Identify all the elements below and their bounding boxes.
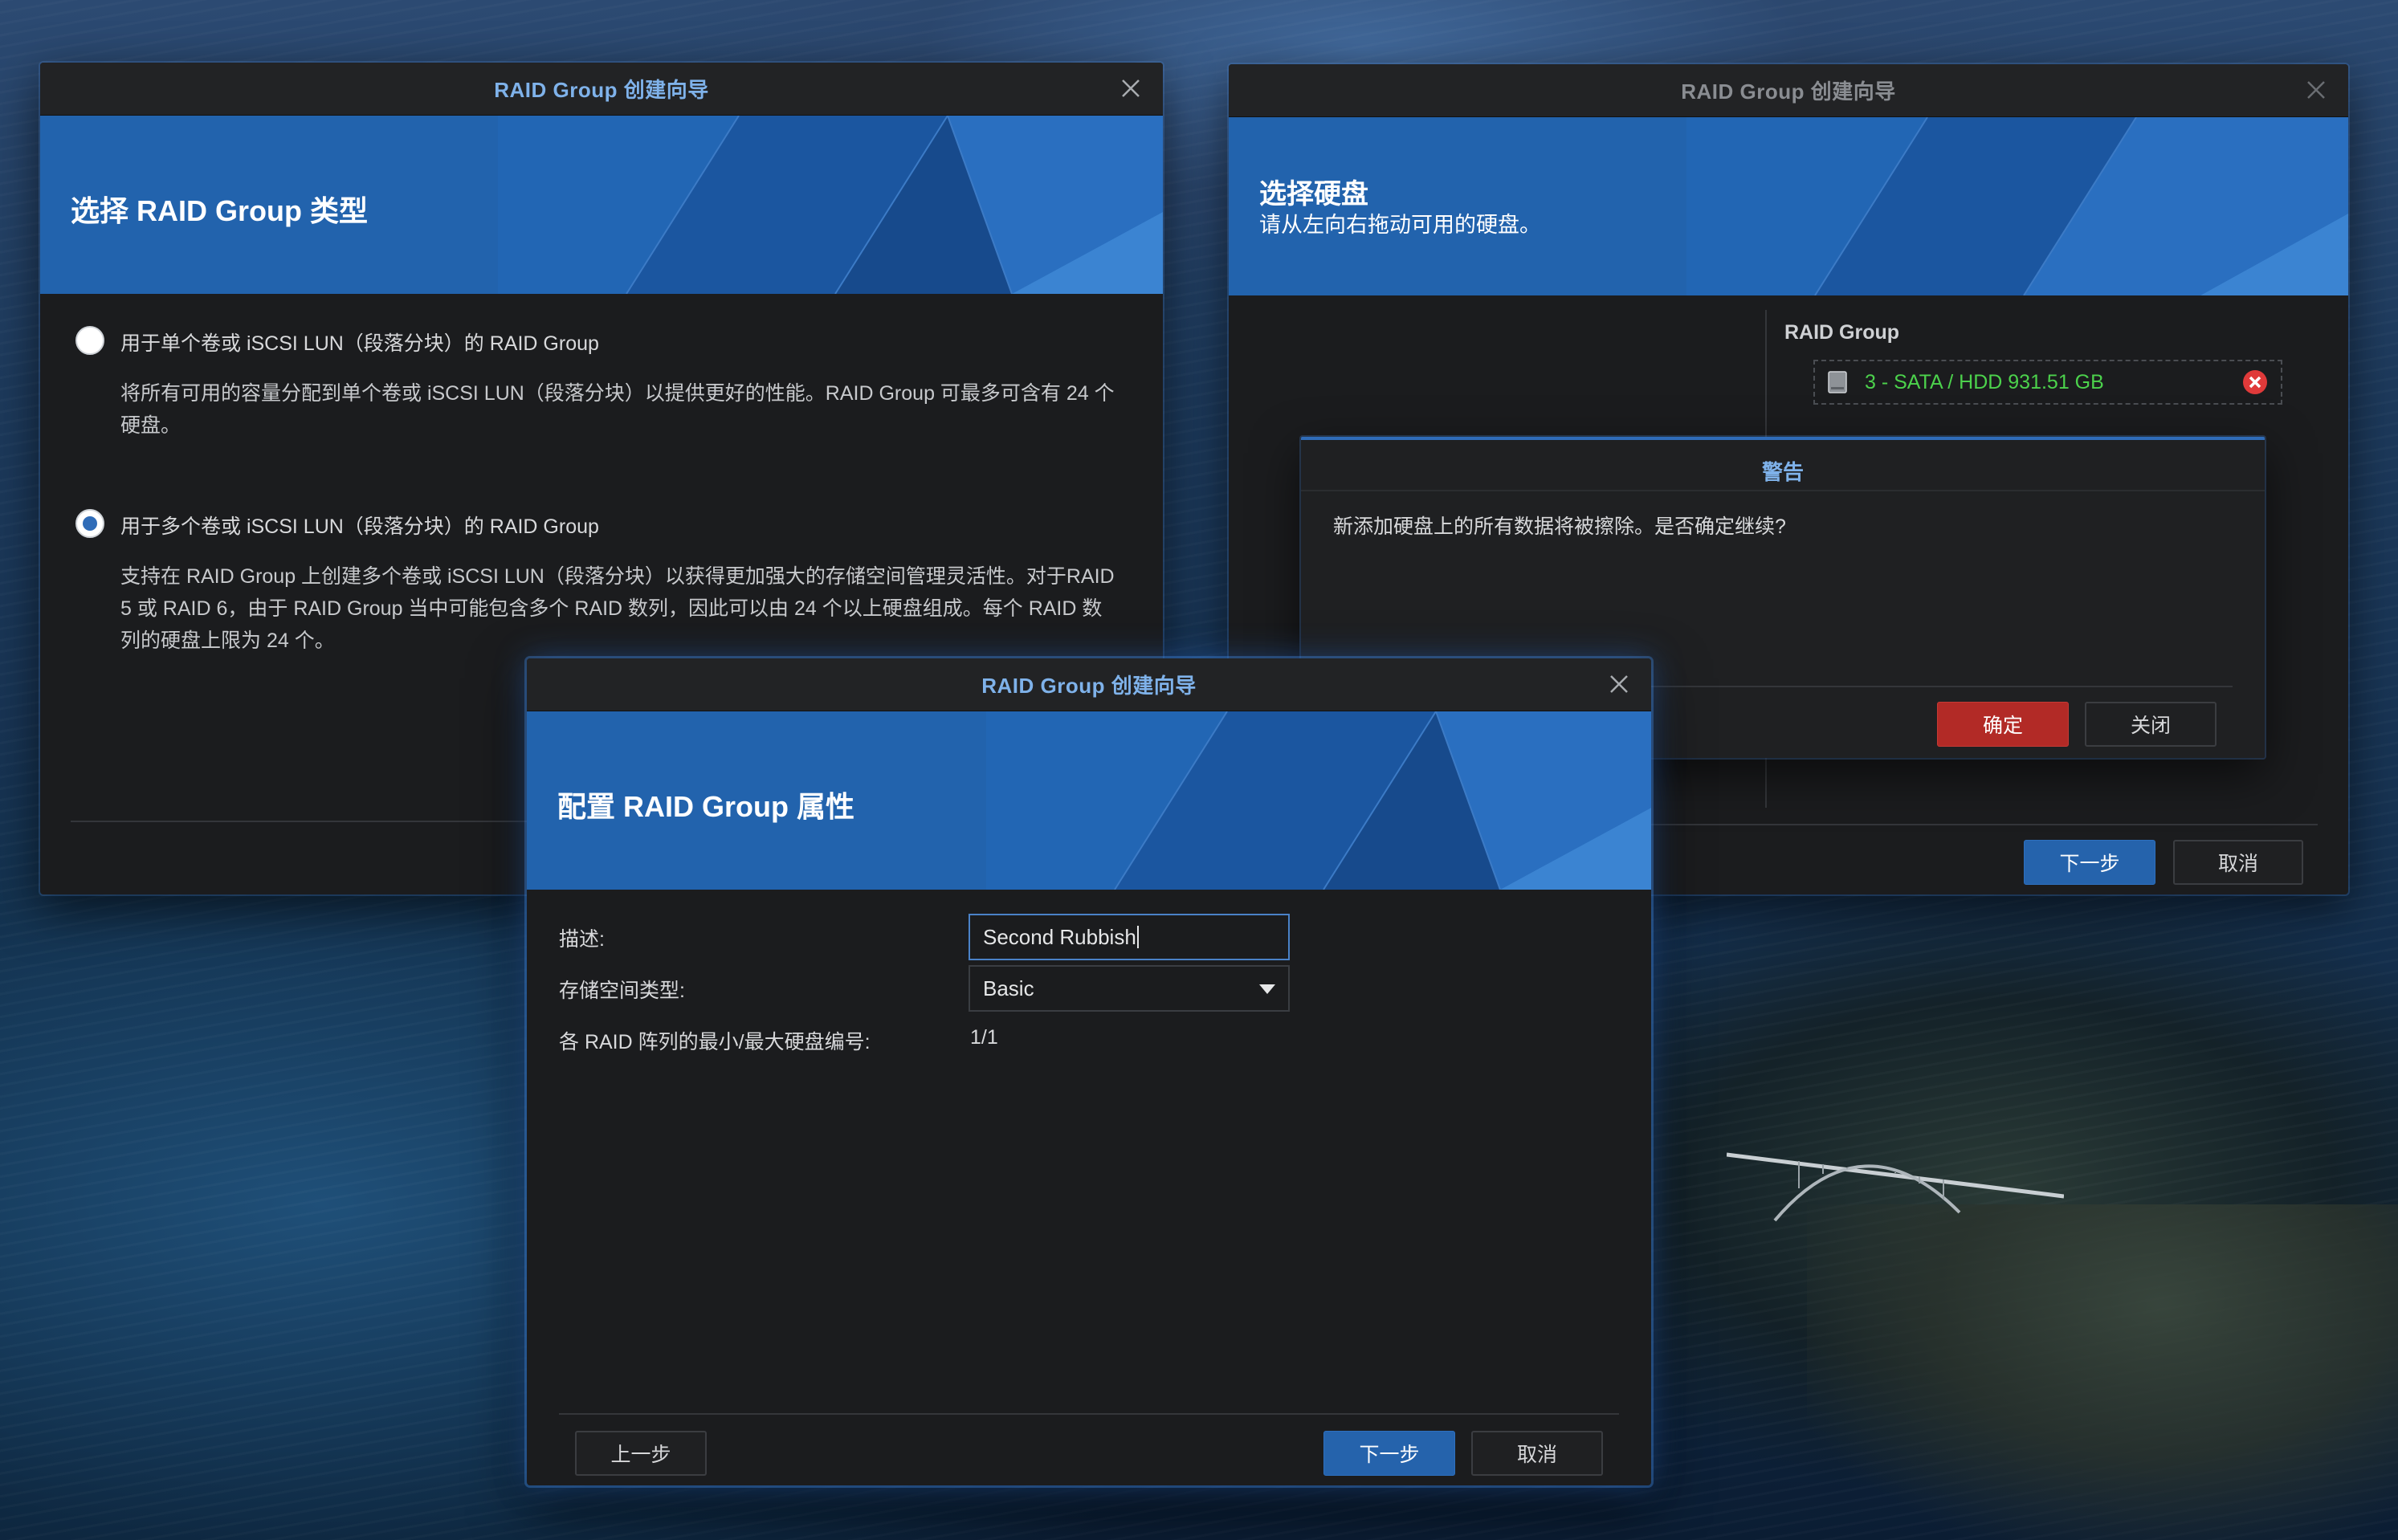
- description-label: 描述:: [559, 928, 605, 951]
- next-button[interactable]: 下一步: [1323, 1431, 1455, 1476]
- page-heading: 选择 RAID Group 类型: [71, 194, 368, 227]
- description-value: Second Rubbish: [983, 924, 1136, 949]
- option-single-description-line1: 将所有可用的容量分配到单个卷或 iSCSI LUN（段落分块）以提供更好的性能。…: [120, 382, 1115, 405]
- remove-disk-icon[interactable]: [2242, 369, 2268, 395]
- banner-pattern: [986, 711, 1651, 890]
- chevron-down-icon: [1259, 984, 1275, 994]
- close-icon[interactable]: [1608, 673, 1630, 695]
- radio-multiple-volumes[interactable]: [75, 509, 104, 538]
- radio-single-volume[interactable]: [75, 326, 104, 355]
- page-heading: 配置 RAID Group 属性: [557, 790, 854, 823]
- footer-divider: [559, 1413, 1619, 1415]
- warning-title: 警告: [1761, 460, 1804, 484]
- banner-pattern: [498, 116, 1163, 294]
- banner-pattern: [1686, 117, 2348, 295]
- raid-wizard-properties-window: RAID Group 创建向导 配置 RAID Group 属性 描述: Sec…: [527, 658, 1651, 1485]
- wizard-banner: 配置 RAID Group 属性: [527, 711, 1651, 890]
- window-titlebar: RAID Group 创建向导: [527, 658, 1651, 711]
- option-multiple-label: 用于多个卷或 iSCSI LUN（段落分块）的 RAID Group: [120, 515, 599, 538]
- wizard-banner: 选择硬盘 请从左向右拖动可用的硬盘。: [1229, 117, 2348, 295]
- option-multiple-description-line2: 5 或 RAID 6，由于 RAID Group 当中可能包含多个 RAID 数…: [120, 597, 1103, 620]
- description-input[interactable]: Second Rubbish: [969, 914, 1290, 960]
- warning-message: 新添加硬盘上的所有数据将被擦除。是否确定继续?: [1333, 515, 1786, 538]
- confirm-button[interactable]: 确定: [1937, 702, 2069, 747]
- window-titlebar: RAID Group 创建向导: [40, 63, 1163, 116]
- raid-group-heading: RAID Group: [1784, 321, 1900, 344]
- cancel-button[interactable]: 取消: [2173, 840, 2303, 885]
- min-max-disk-label: 各 RAID 阵列的最小/最大硬盘编号:: [559, 1031, 871, 1053]
- option-multiple-description-line1: 支持在 RAID Group 上创建多个卷或 iSCSI LUN（段落分块）以获…: [120, 565, 1115, 588]
- disk-drop-zone[interactable]: 3 - SATA / HDD 931.51 GB: [1813, 360, 2282, 405]
- wizard-banner: 选择 RAID Group 类型: [40, 116, 1163, 294]
- disk-entry-label: 3 - SATA / HDD 931.51 GB: [1865, 371, 2104, 393]
- option-multiple-description-line3: 列的硬盘上限为 24 个。: [120, 629, 335, 652]
- option-single-description-line2: 硬盘。: [120, 414, 181, 437]
- hdd-icon: [1828, 371, 1847, 393]
- close-icon[interactable]: [1119, 77, 1142, 100]
- min-max-disk-value: 1/1: [970, 1026, 998, 1049]
- window-titlebar: RAID Group 创建向导: [1229, 64, 2348, 117]
- storage-type-select[interactable]: Basic: [969, 965, 1290, 1012]
- window-title: RAID Group 创建向导: [494, 78, 709, 102]
- page-subheading: 请从左向右拖动可用的硬盘。: [1259, 213, 1541, 237]
- cancel-button[interactable]: 取消: [1471, 1431, 1603, 1476]
- storage-type-label: 存储空间类型:: [559, 980, 685, 1002]
- close-icon[interactable]: [2305, 79, 2327, 101]
- option-single-label: 用于单个卷或 iSCSI LUN（段落分块）的 RAID Group: [120, 332, 599, 355]
- storage-type-value: Basic: [983, 976, 1034, 1000]
- page-heading: 选择硬盘: [1259, 179, 1368, 210]
- close-button[interactable]: 关闭: [2085, 702, 2217, 747]
- window-title: RAID Group 创建向导: [981, 674, 1197, 698]
- back-button[interactable]: 上一步: [575, 1431, 707, 1476]
- window-title: RAID Group 创建向导: [1681, 79, 1896, 104]
- dialog-title-divider: [1301, 490, 2265, 491]
- next-button[interactable]: 下一步: [2024, 840, 2155, 885]
- wallpaper-coastline: [1807, 1204, 2398, 1540]
- wallpaper-bridge: [1727, 1152, 2064, 1222]
